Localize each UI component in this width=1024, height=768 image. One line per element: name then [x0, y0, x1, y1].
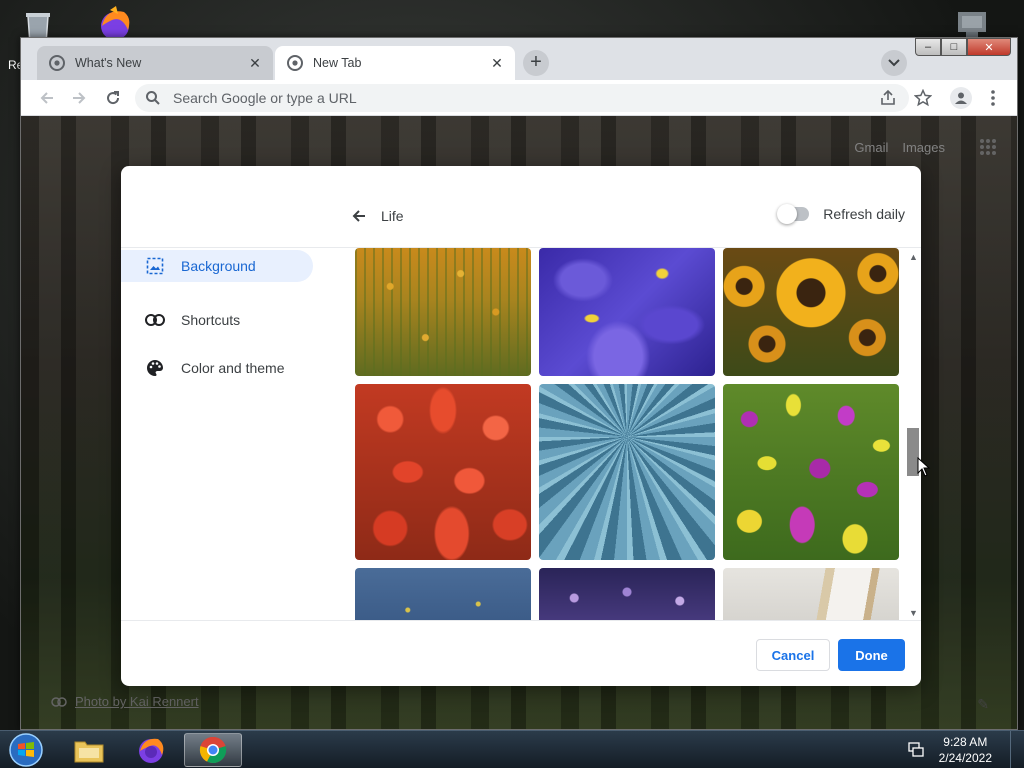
chrome-icon	[199, 736, 227, 764]
chrome-favicon-icon	[49, 55, 65, 71]
close-window-button[interactable]: ✕	[967, 38, 1011, 56]
thumb-sunflowers[interactable]	[723, 248, 899, 376]
toggle-switch[interactable]	[777, 204, 810, 224]
forward-arrow-icon	[73, 92, 86, 104]
system-tray: 9:28 AM 2/24/2022	[907, 731, 1024, 768]
done-button[interactable]: Done	[838, 639, 905, 671]
firefox-desktop-icon[interactable]	[94, 6, 136, 40]
scroll-up-arrow-icon[interactable]: ▲	[909, 252, 918, 262]
forward-button[interactable]	[67, 86, 91, 110]
start-button[interactable]	[6, 733, 46, 767]
nav-item-label: Shortcuts	[181, 312, 241, 328]
network-icon[interactable]	[907, 742, 925, 758]
thumb-purple-flower-field[interactable]	[539, 568, 715, 620]
nav-item-background[interactable]: Background	[121, 248, 331, 284]
thumb-purple-yellow-tulips[interactable]	[723, 384, 899, 560]
folder-icon	[74, 741, 104, 763]
thumb-white-interior[interactable]	[723, 568, 899, 620]
tab-whats-new[interactable]: What's New ✕	[37, 46, 273, 80]
clock-date: 2/24/2022	[938, 751, 992, 765]
nav-item-label: Background	[181, 258, 256, 274]
omnibox-placeholder: Search Google or type a URL	[173, 90, 357, 106]
tab-new-tab[interactable]: New Tab ✕	[275, 46, 515, 80]
search-icon	[145, 90, 163, 106]
back-arrow-icon[interactable]	[349, 206, 369, 226]
window-controls: – □ ✕	[915, 38, 1011, 56]
firefox-icon	[139, 738, 164, 763]
tab-strip: What's New ✕ New Tab ✕ + – □ ✕	[21, 38, 1017, 80]
close-tab-icon[interactable]: ✕	[247, 55, 263, 71]
tab-title: What's New	[75, 56, 142, 70]
dialog-header: Life Refresh daily	[121, 166, 921, 248]
collection-title: Life	[381, 208, 404, 224]
taskbar: 9:28 AM 2/24/2022	[0, 730, 1024, 768]
thumb-blue-succulent[interactable]	[539, 384, 715, 560]
profile-avatar-icon	[950, 87, 972, 109]
back-button[interactable]	[35, 86, 59, 110]
nav-item-shortcuts[interactable]: Shortcuts	[121, 296, 331, 344]
show-desktop-button[interactable]	[1010, 731, 1024, 768]
link-icon	[145, 310, 165, 330]
dialog-sidenav: Background Shortcuts Color and theme	[121, 248, 331, 392]
dialog-footer: Cancel Done	[121, 620, 921, 686]
mouse-cursor-icon	[917, 456, 931, 482]
nav-item-label: Color and theme	[181, 360, 285, 376]
share-icon[interactable]	[879, 89, 897, 110]
refresh-daily-label: Refresh daily	[823, 206, 905, 222]
profile-button[interactable]	[949, 86, 973, 110]
thumb-red-tulips[interactable]	[355, 384, 531, 560]
browser-window: What's New ✕ New Tab ✕ + – □ ✕ Search Go…	[20, 37, 1018, 730]
clock-time: 9:28 AM	[943, 735, 988, 749]
windows-logo-icon	[9, 733, 43, 767]
minimize-button[interactable]: –	[915, 38, 941, 56]
close-tab-icon[interactable]: ✕	[489, 55, 505, 71]
thumb-yellow-flowers-field[interactable]	[355, 248, 531, 376]
omnibox[interactable]: Search Google or type a URL	[135, 84, 909, 112]
taskbar-firefox[interactable]	[122, 733, 180, 767]
cancel-button[interactable]: Cancel	[756, 639, 830, 671]
reload-button[interactable]	[101, 86, 125, 110]
more-vert-icon	[991, 90, 995, 106]
palette-icon	[145, 358, 165, 378]
taskbar-chrome[interactable]	[184, 733, 242, 767]
network-desktop-icon[interactable]	[952, 8, 992, 40]
customize-dialog: Life Refresh daily Background Shortcuts	[121, 166, 921, 686]
chrome-favicon-icon	[287, 55, 303, 71]
clock[interactable]: 9:28 AM 2/24/2022	[939, 734, 992, 766]
chevron-down-icon	[888, 59, 900, 67]
back-arrow-icon	[40, 92, 53, 104]
nav-item-color-theme[interactable]: Color and theme	[121, 344, 331, 392]
new-tab-button[interactable]: +	[523, 50, 549, 76]
menu-button[interactable]	[981, 86, 1005, 110]
background-gallery	[355, 248, 915, 620]
thumb-purple-iris[interactable]	[539, 248, 715, 376]
bookmark-star-button[interactable]	[911, 86, 935, 110]
taskbar-explorer[interactable]	[60, 733, 118, 767]
gallery-scrollbar[interactable]: ▲ ▼	[905, 248, 921, 620]
thumb-blue-flowers[interactable]	[355, 568, 531, 620]
image-icon	[145, 256, 165, 276]
reload-icon	[107, 91, 120, 105]
toolbar: Search Google or type a URL	[21, 80, 1017, 116]
refresh-daily-toggle[interactable]: Refresh daily	[777, 204, 905, 224]
tab-title: New Tab	[313, 56, 362, 70]
maximize-button[interactable]: □	[941, 38, 967, 56]
tab-search-button[interactable]	[881, 50, 907, 76]
star-icon	[914, 89, 932, 107]
scroll-down-arrow-icon[interactable]: ▼	[909, 608, 918, 618]
